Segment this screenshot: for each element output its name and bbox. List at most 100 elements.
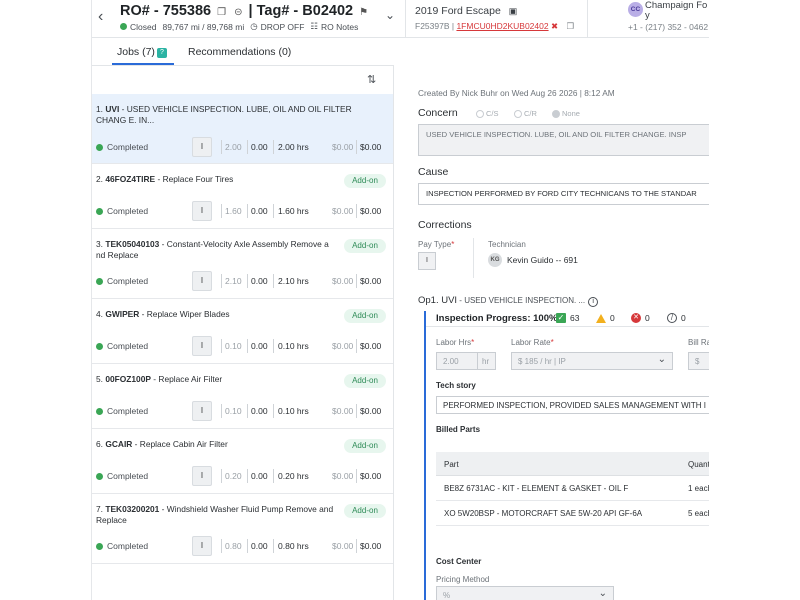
parts-price: $0.00 (332, 471, 354, 481)
labor-rate-select[interactable]: $ 185 / hr | IP ⌄ (511, 352, 673, 370)
job-item[interactable]: 6. GCAIR - Replace Cabin Air Filter Add-… (92, 429, 393, 494)
pay-type-button[interactable]: I (192, 466, 212, 486)
radio-cs[interactable]: C/S (476, 109, 499, 118)
customer-phone: +1 - (217) 352 - 0462 (628, 22, 709, 32)
cause-field[interactable]: INSPECTION PERFORMED BY FORD CITY TECHNI… (418, 183, 709, 205)
billed-hours: 0.10 hrs (278, 406, 309, 416)
minus-circle-icon[interactable]: ⊝ (234, 7, 242, 18)
part-qty: 1 each (688, 484, 709, 493)
labor-hrs-input[interactable]: 2.00 hr (436, 352, 496, 370)
total-price: $0.00 (360, 341, 382, 351)
ro-mileage: 89,767 mi / 89,768 mi (162, 21, 245, 32)
repair-order-app: ‹ RO# - 755386 ❐ ⊝ | Tag# - B02402 ⚑ Clo… (91, 0, 709, 600)
bill-rate-input[interactable]: $ (688, 352, 709, 370)
parts-price: $0.00 (332, 206, 354, 216)
actual-hours: 0.00 (251, 471, 268, 481)
job-title: 4. GWIPER - Replace Wiper Blades (96, 309, 230, 319)
status-dot-icon (120, 23, 127, 30)
parts-price: $0.00 (332, 406, 354, 416)
completed-dot-icon (96, 342, 103, 350)
total-price: $0.00 (360, 206, 382, 216)
job-status: Completed (96, 142, 148, 152)
vehicle-card-icon[interactable]: ▣ (509, 6, 518, 16)
stock-number: F25397B | (415, 21, 455, 31)
job-item[interactable]: 3. TEK05040103 - Constant-Velocity Axle … (92, 229, 393, 299)
dropdown-chevron-icon: ⌄ (657, 354, 666, 365)
job-item[interactable]: 1. UVI - USED VEHICLE INSPECTION. LUBE, … (92, 94, 393, 164)
sold-hours: 2.00 (225, 142, 242, 152)
total-price: $0.00 (360, 276, 382, 286)
sold-hours: 0.10 (225, 341, 242, 351)
expand-chevron-down-icon[interactable]: ⌄ (385, 8, 395, 22)
pay-type-button[interactable]: I (192, 201, 212, 221)
ro-title: RO# - 755386 ❐ ⊝ | Tag# - B02402 ⚑ (120, 3, 370, 19)
table-row[interactable]: XO 5W20BSP - MOTORCRAFT SAE 5W-20 API GF… (436, 501, 709, 526)
job-item[interactable]: 7. TEK03200201 - Windshield Washer Fluid… (92, 494, 393, 564)
job-title: 3. TEK05040103 - Constant-Velocity Axle … (96, 239, 329, 260)
completed-dot-icon (96, 407, 103, 415)
pay-type-select[interactable]: I (418, 252, 436, 270)
billed-hours: 0.20 hrs (278, 471, 309, 481)
sold-hours: 2.10 (225, 276, 242, 286)
part-name: BE8Z 6731AC - KIT - ELEMENT & GASKET - O… (444, 484, 629, 493)
pay-type-button[interactable]: I (192, 137, 212, 157)
tag-number: | Tag# - B02402 (248, 3, 354, 19)
sold-hours: 0.20 (225, 471, 242, 481)
check-icon: ✓ (556, 313, 566, 323)
radio-none[interactable]: None (552, 109, 580, 118)
actual-hours: 0.00 (251, 341, 268, 351)
tab-jobs[interactable]: Jobs (7)? (117, 46, 167, 58)
total-price: $0.00 (360, 142, 382, 152)
copy-vin-icon[interactable]: ❐ (566, 21, 574, 31)
info-icon[interactable]: i (588, 297, 599, 307)
notes-icon[interactable]: ☷ (310, 21, 318, 32)
job-item[interactable]: 2. 46FOZ4TIRE - Replace Four Tires Add-o… (92, 164, 393, 229)
flag-icon[interactable]: ⚑ (359, 7, 368, 18)
parts-price: $0.00 (332, 341, 354, 351)
job-item[interactable]: 4. GWIPER - Replace Wiper Blades Add-on … (92, 299, 393, 364)
job-summary: Completed I 1.60 0.00 1.60 hrs $0.00 $0.… (96, 201, 390, 221)
ro-header: ‹ RO# - 755386 ❐ ⊝ | Tag# - B02402 ⚑ Clo… (92, 0, 709, 38)
pay-type-button[interactable]: I (192, 271, 212, 291)
concern-field[interactable]: USED VEHICLE INSPECTION. LUBE, OIL AND O… (418, 124, 709, 156)
fail-count: ✕ 0 (631, 313, 650, 323)
addon-badge: Add-on (344, 174, 386, 188)
vin-link[interactable]: 1FMCU0HD2KUB02402 (456, 21, 548, 31)
copy-icon[interactable]: ❐ (217, 7, 226, 18)
tech-story-field[interactable]: PERFORMED INSPECTION, PROVIDED SALES MAN… (436, 396, 709, 414)
radio-cr[interactable]: C/R (514, 109, 537, 118)
job-detail: Created By Nick Buhr on Wed Aug 26 2026 … (410, 66, 709, 600)
actual-hours: 0.00 (251, 406, 268, 416)
addon-badge: Add-on (344, 309, 386, 323)
tab-recommendations[interactable]: Recommendations (0) (188, 46, 291, 58)
parts-price: $0.00 (332, 142, 354, 152)
job-item[interactable]: 5. 00FOZ100P - Replace Air Filter Add-on… (92, 364, 393, 429)
ro-notes-link[interactable]: RO Notes (321, 22, 358, 32)
pay-type-button[interactable]: I (192, 536, 212, 556)
completed-dot-icon (96, 472, 103, 480)
clock-icon: ◷ (250, 21, 258, 31)
header-divider (405, 0, 406, 38)
table-row[interactable]: BE8Z 6731AC - KIT - ELEMENT & GASKET - O… (436, 476, 709, 501)
job-title: 1. UVI - USED VEHICLE INSPECTION. LUBE, … (96, 104, 352, 125)
customer-name[interactable]: Champaign Fo (645, 0, 707, 11)
pricing-method-select[interactable]: % ⌄ (436, 586, 614, 600)
job-status: Completed (96, 541, 148, 551)
sort-icon[interactable]: ⇅ (367, 73, 376, 86)
part-qty: 5 each (688, 509, 709, 518)
job-summary: Completed I 0.20 0.00 0.20 hrs $0.00 $0.… (96, 466, 390, 486)
technician-name[interactable]: Kevin Guido -- 691 (507, 255, 578, 265)
pricing-method-label: Pricing Method (436, 575, 490, 584)
sold-hours: 1.60 (225, 206, 242, 216)
vehicle-name: 2019 Ford Escape (415, 5, 501, 17)
back-chevron-icon[interactable]: ‹ (98, 9, 103, 25)
warning-icon (596, 313, 606, 323)
help-badge-icon[interactable]: ? (156, 48, 167, 58)
addon-badge: Add-on (344, 239, 386, 253)
ro-status: Closed (130, 21, 157, 32)
pay-type-button[interactable]: I (192, 401, 212, 421)
header-divider-2 (587, 0, 588, 38)
job-summary: Completed I 2.00 0.00 2.00 hrs $0.00 $0.… (96, 137, 390, 157)
pay-type-button[interactable]: I (192, 336, 212, 356)
created-by: Created By Nick Buhr on Wed Aug 26 2026 … (418, 88, 615, 98)
